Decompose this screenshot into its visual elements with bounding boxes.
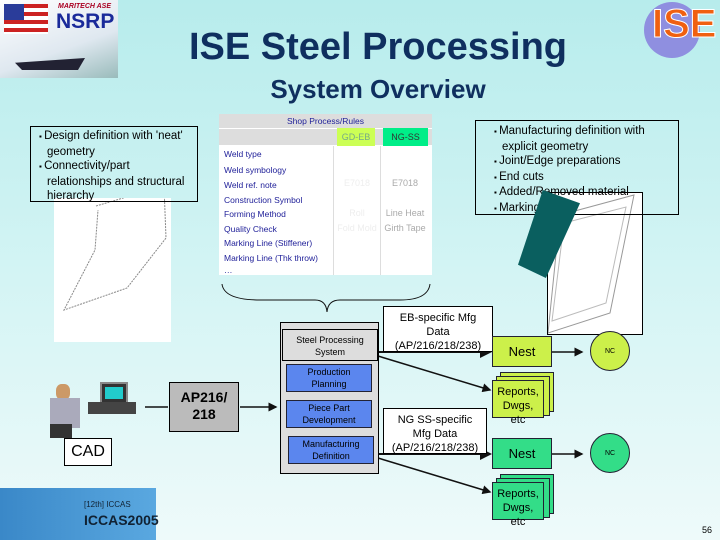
steel-processing-system: Steel Processing System [282,329,378,361]
ng-mfg-data: NG SS-specific Mfg Data (AP/216/218/238) [383,408,487,454]
banner-text: ICCAS2005 [84,512,159,528]
ng-nc: NC [590,433,630,473]
ap216-box: AP216/ 218 [169,382,239,432]
iccas-banner: [12th] ICCAS ICCAS2005 [0,488,159,540]
module-production-planning[interactable]: Production Planning [286,364,372,392]
eb-mfg-data: EB-specific Mfg Data (AP/216/218/238) [383,306,493,352]
ng-reports: Reports, Dwgs, etc [492,482,544,528]
page-number: 56 [702,525,713,535]
eb-nest: Nest [492,336,552,367]
module-piece-part-development[interactable]: Piece Part Development [286,400,372,428]
cad-operator-icon [48,380,140,438]
ng-nest: Nest [492,438,552,469]
banner-sub: [12th] ICCAS [84,500,131,509]
eb-nc: NC [590,331,630,371]
slide: MARITECH ASE NSRP ISE Steel Processing S… [0,0,720,540]
eb-reports: Reports, Dwgs, etc [492,380,544,426]
module-manufacturing-definition[interactable]: Manufacturing Definition [288,436,374,464]
cad-label: CAD [64,438,112,466]
